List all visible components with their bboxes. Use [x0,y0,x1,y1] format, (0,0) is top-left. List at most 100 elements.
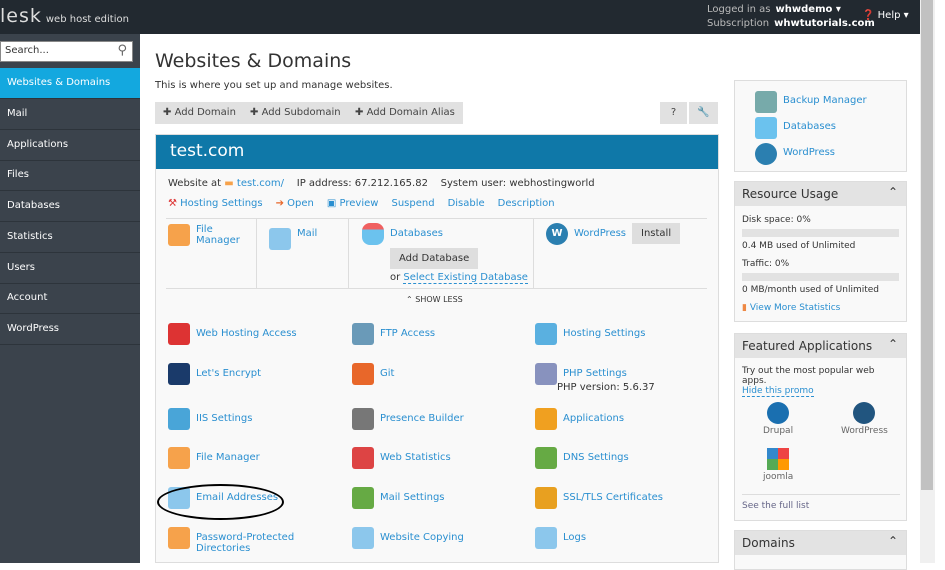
add-domain-button[interactable]: ✚ Add Domain [155,102,245,124]
traffic-usage-bar [742,273,899,281]
tool-label[interactable]: Applications [563,413,624,424]
wordpress-icon [853,402,876,424]
collapse-icon[interactable]: ⌃ [888,534,898,548]
sidebar-item-files[interactable]: Files [0,160,140,191]
tool-applications[interactable]: Applications [535,408,624,430]
search-input[interactable]: Search... ⚲ [0,41,133,62]
sidebar-item-websites-domains[interactable]: Websites & Domains [0,68,140,99]
sidebar-item-statistics[interactable]: Statistics [0,222,140,253]
open-link[interactable]: ➔ Open [276,198,314,209]
tool-label[interactable]: Logs [563,532,586,543]
settings-button[interactable]: 🔧 [689,102,719,124]
wordpress-tile[interactable]: W WordPress [546,223,626,245]
tool-label[interactable]: PHP Settings [563,368,627,379]
domains-panel: Domains ⌃ [734,530,907,570]
sidebar-item-mail[interactable]: Mail [0,99,140,130]
subscription-link[interactable]: whwtutorials.com [774,18,875,29]
question-icon: ? [670,107,677,118]
tool-label[interactable]: Git [380,368,394,379]
add-database-button[interactable]: Add Database [390,248,479,269]
help-icon: ❓ [862,10,875,21]
tool-presence-builder[interactable]: Presence Builder [352,408,464,430]
install-button[interactable]: Install [632,223,681,244]
databases-link[interactable]: Databases [755,117,836,139]
sidebar-item-users[interactable]: Users [0,253,140,284]
sidebar-item-wordpress[interactable]: WordPress [0,314,140,345]
wordpress-app[interactable]: WordPress [841,402,888,436]
tool-git[interactable]: Git [352,363,394,385]
tool-label[interactable]: FTP Access [380,328,435,339]
sidebar-item-account[interactable]: Account [0,283,140,314]
annotation-ellipse [157,484,284,520]
tool-web-hosting-access[interactable]: Web Hosting Access [168,323,297,345]
description-link[interactable]: Description [498,198,555,209]
collapse-icon[interactable]: ⌃ [888,185,898,199]
suspend-link[interactable]: Suspend [391,198,434,209]
help-menu[interactable]: ❓ Help ▾ [862,10,909,21]
tool-label[interactable]: DNS Settings [563,452,629,463]
search-icon[interactable]: ⚲ [117,43,127,58]
website-link[interactable]: test.com/ [237,178,284,189]
tool-let-s-encrypt[interactable]: Let's Encrypt [168,363,261,385]
tool-dns-settings[interactable]: DNS Settings [535,447,629,469]
top-bar: lesk web host edition Logged in as whwdemo… [0,0,920,34]
tool-logs[interactable]: Logs [535,527,586,549]
tool-hosting-settings[interactable]: Hosting Settings [535,323,645,345]
chart-icon: ▮ [742,303,747,313]
collapse-icon[interactable]: ⌃ [888,337,898,351]
preview-link[interactable]: ▣ Preview [327,198,379,209]
tool-ftp-access[interactable]: FTP Access [352,323,435,345]
database-icon [755,117,777,139]
backup-manager-link[interactable]: Backup Manager [755,91,867,113]
mail-settings-icon [352,487,374,509]
drupal-icon [767,402,790,424]
sidebar-item-applications[interactable]: Applications [0,130,140,161]
tool-label[interactable]: IIS Settings [196,413,252,424]
logo[interactable]: lesk web host edition [0,5,129,27]
account-info: Logged in as whwdemo ▾ Subscription whwtut… [707,4,875,29]
tool-website-copying[interactable]: Website Copying [352,527,464,549]
file-manager-icon [168,447,190,469]
tool-ssl-tls-certificates[interactable]: SSL/TLS Certificates [535,487,663,509]
presence-builder-icon [352,408,374,430]
select-existing-database-link[interactable]: Select Existing Database [403,272,528,284]
sidebar-item-databases[interactable]: Databases [0,191,140,222]
tool-label[interactable]: Web Statistics [380,452,451,463]
wordpress-link[interactable]: WordPress [755,143,835,165]
tool-label[interactable]: Website Copying [380,532,464,543]
wordpress-icon: W [546,223,568,245]
help-button[interactable]: ? [660,102,688,124]
database-icon [362,223,384,245]
user-menu[interactable]: whwdemo ▾ [776,4,841,15]
web-statistics-icon [352,447,374,469]
tool-label[interactable]: Web Hosting Access [196,328,297,339]
see-full-list-link[interactable]: See the full list [742,494,900,511]
tool-label[interactable]: Let's Encrypt [196,368,261,379]
tool-label[interactable]: Mail Settings [380,492,445,503]
databases-tile[interactable]: Databases [362,223,443,245]
disable-link[interactable]: Disable [448,198,485,209]
joomla-app[interactable]: joomla [763,448,793,482]
tool-label[interactable]: File Manager [196,452,260,463]
scrollbar[interactable] [920,0,935,563]
tool-file-manager[interactable]: File Manager [168,447,260,469]
tool-web-statistics[interactable]: Web Statistics [352,447,451,469]
tool-label[interactable]: Password-Protected Directories [196,532,321,554]
domain-name[interactable]: test.com [156,135,718,169]
tool-password-protected-directories[interactable]: Password-Protected Directories [168,527,321,554]
tool-iis-settings[interactable]: IIS Settings [168,408,252,430]
show-less-toggle[interactable]: ⌃ SHOW LESS [406,295,463,304]
hosting-settings-link[interactable]: ⚒ Hosting Settings [168,198,263,209]
add-subdomain-button[interactable]: ✚ Add Subdomain [242,102,350,124]
tool-label[interactable]: SSL/TLS Certificates [563,492,663,503]
mail-tile[interactable]: Mail [269,228,317,250]
drupal-app[interactable]: Drupal [763,402,793,436]
view-more-statistics-link[interactable]: ▮ View More Statistics [742,302,899,314]
tool-mail-settings[interactable]: Mail Settings [352,487,445,509]
tool-label[interactable]: Presence Builder [380,413,464,424]
file-manager-tile[interactable]: File Manager [168,224,246,246]
tool-label[interactable]: Hosting Settings [563,328,645,339]
hide-promo-link[interactable]: Hide this promo [742,386,814,397]
add-domain-alias-button[interactable]: ✚ Add Domain Alias [347,102,464,124]
domain-info: Website at ▬ test.com/ IP address: 67.21… [168,178,595,189]
